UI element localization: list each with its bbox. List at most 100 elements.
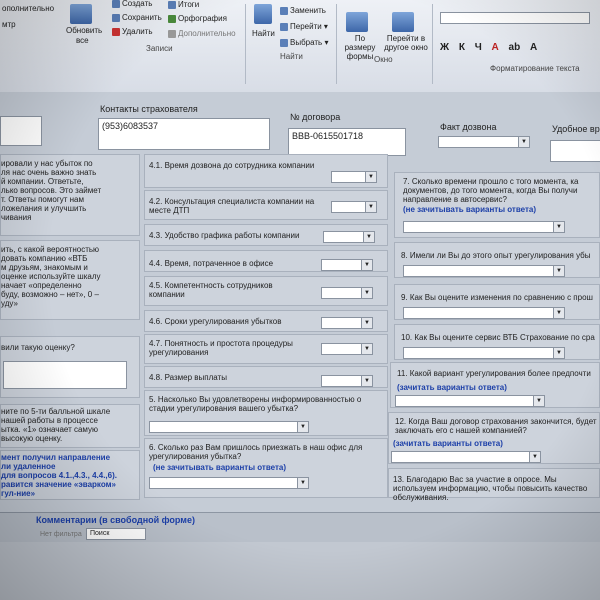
chevron-down-icon[interactable]: ▼ <box>553 308 564 318</box>
chevron-down-icon[interactable]: ▼ <box>297 478 308 488</box>
q6-select[interactable]: ▼ <box>149 477 309 489</box>
find-button[interactable]: Найти <box>252 29 275 38</box>
q8-panel: 8. Имели ли Вы до этого опыт урегулирова… <box>394 242 600 278</box>
window-group-label: Окно <box>374 55 393 64</box>
chevron-down-icon[interactable]: ▼ <box>297 422 308 432</box>
q7-panel: 7. Сколько времени прошло с того момента… <box>394 172 600 238</box>
recommend-question: ить, с какой вероятностью довать компани… <box>1 245 101 308</box>
q41-text: 4.1. Время дозвона до сотрудника компани… <box>149 161 315 170</box>
q43-select[interactable]: ▼ <box>323 231 375 243</box>
q41-select[interactable]: ▼ <box>331 171 377 183</box>
chevron-down-icon[interactable]: ▼ <box>553 348 564 358</box>
footer-bar: Комментарии (в свободной форме) Нет филь… <box>0 512 600 543</box>
q13-panel: 13. Благодарю Вас за участие в опросе. М… <box>388 468 600 502</box>
highlight-button[interactable]: ab <box>509 42 521 53</box>
chevron-down-icon[interactable]: ▼ <box>553 266 564 276</box>
fill-color-button[interactable]: A <box>530 42 537 53</box>
q12-select[interactable]: ▼ <box>391 451 541 463</box>
q43-panel: 4.3. Удобство графика работы компании ▼ <box>144 224 388 246</box>
convenient-time-field[interactable] <box>550 140 600 162</box>
q10-text: 10. Как Вы оцените сервис ВТБ Страховани… <box>401 333 595 342</box>
replace-icon <box>280 6 288 15</box>
chevron-down-icon[interactable]: ▼ <box>363 232 374 242</box>
spelling-button[interactable]: Орфография <box>168 14 227 23</box>
separator <box>336 4 337 84</box>
chevron-down-icon[interactable]: ▼ <box>553 222 564 232</box>
filter-status[interactable]: Нет фильтра <box>40 531 82 538</box>
search-input[interactable]: Поиск <box>86 528 146 540</box>
menu-filter[interactable]: мтр <box>2 20 16 29</box>
save-button[interactable]: Сохранить <box>112 13 162 22</box>
q11-panel: 11. Какой вариант урегулирования более п… <box>390 362 600 408</box>
q7-select[interactable]: ▼ <box>403 221 565 233</box>
q6-text: 6. Сколько раз Вам пришлось приезжать в … <box>149 443 363 461</box>
rating-intro-text: ните по 5-ти балльной шкале нашей работы… <box>1 407 111 443</box>
q42-select[interactable]: ▼ <box>331 201 377 213</box>
rating-intro-panel: ните по 5-ти балльной шкале нашей работы… <box>0 404 140 448</box>
chevron-down-icon[interactable]: ▼ <box>361 376 372 386</box>
q8-text: 8. Имели ли Вы до этого опыт урегулирова… <box>401 251 591 260</box>
q9-text: 9. Как Вы оцените изменения по сравнению… <box>401 293 593 302</box>
bold-button[interactable]: Ж <box>440 42 449 53</box>
q13-text: 13. Благодарю Вас за участие в опросе. М… <box>393 475 588 502</box>
q12-text: 12. Когда Ваш договор страхования законч… <box>395 417 597 435</box>
chevron-down-icon[interactable]: ▼ <box>529 452 540 462</box>
fact-select[interactable]: ▼ <box>438 136 530 148</box>
delete-button[interactable]: Удалить <box>112 27 153 36</box>
chevron-down-icon[interactable]: ▼ <box>365 202 376 212</box>
format-buttons: Ж К Ч А ab A <box>440 42 590 54</box>
q10-select[interactable]: ▼ <box>403 347 565 359</box>
q9-select[interactable]: ▼ <box>403 307 565 319</box>
contract-field[interactable]: ВВВ-0615501718 <box>288 128 406 156</box>
name-field[interactable] <box>0 116 42 146</box>
text-format-group-label: Форматирование текста <box>490 64 580 73</box>
q45-select[interactable]: ▼ <box>321 287 373 299</box>
switch-window-button[interactable]: Перейти в другое окно <box>382 34 430 52</box>
chevron-down-icon[interactable]: ▼ <box>361 318 372 328</box>
q44-select[interactable]: ▼ <box>321 259 373 271</box>
select-button[interactable]: Выбрать ▾ <box>280 38 328 47</box>
goto-button[interactable]: Перейти ▾ <box>280 22 328 31</box>
q7-text: 7. Сколько времени прошло с того момента… <box>403 177 579 204</box>
menu-additional[interactable]: ополнительно <box>2 4 54 13</box>
q42-text: 4.2. Консультация специалиста компании н… <box>149 197 315 215</box>
refresh-icon[interactable] <box>70 4 92 24</box>
chevron-down-icon[interactable]: ▼ <box>365 172 376 182</box>
q48-panel: 4.8. Размер выплаты ▼ <box>144 366 388 388</box>
chevron-down-icon[interactable]: ▼ <box>518 137 529 147</box>
q47-select[interactable]: ▼ <box>321 343 373 355</box>
q11-note: (зачитать варианты ответа) <box>397 383 507 392</box>
phone-field[interactable]: (953)6083537 <box>98 118 270 150</box>
note-text: мент получил направление ли удаленное дл… <box>1 453 117 498</box>
q8-select[interactable]: ▼ <box>403 265 565 277</box>
convenient-time-label: Удобное вр <box>552 124 600 134</box>
replace-button[interactable]: Заменить <box>280 6 326 15</box>
q9-panel: 9. Как Вы оцените изменения по сравнению… <box>394 284 600 320</box>
underline-button[interactable]: Ч <box>475 42 482 53</box>
q46-select[interactable]: ▼ <box>321 317 373 329</box>
survey-form: Контакты страхователя (953)6083537 № дог… <box>0 92 600 512</box>
switch-window-icon[interactable] <box>392 12 414 32</box>
chevron-down-icon[interactable]: ▼ <box>533 396 544 406</box>
q12-note: (зачитать варианты ответа) <box>393 439 503 448</box>
italic-button[interactable]: К <box>459 42 465 53</box>
q48-select[interactable]: ▼ <box>321 375 373 387</box>
more-button[interactable]: Дополнительно <box>168 29 236 38</box>
font-select[interactable] <box>440 12 590 24</box>
contacts-label: Контакты страхователя <box>100 104 198 114</box>
q48-text: 4.8. Размер выплаты <box>149 373 227 382</box>
q11-select[interactable]: ▼ <box>395 395 545 407</box>
totals-button[interactable]: Итоги <box>168 0 199 9</box>
create-button[interactable]: Создать <box>112 0 152 8</box>
refresh-button[interactable]: Обновить <box>66 26 102 35</box>
reason-field[interactable] <box>3 361 127 389</box>
binoculars-icon[interactable] <box>254 4 272 24</box>
q45-text: 4.5. Компетентность сотрудников компании <box>149 281 273 299</box>
chevron-down-icon[interactable]: ▼ <box>361 288 372 298</box>
form-size-icon[interactable] <box>346 12 368 32</box>
chevron-down-icon[interactable]: ▼ <box>361 260 372 270</box>
chevron-down-icon[interactable]: ▼ <box>361 344 372 354</box>
font-color-button[interactable]: А <box>492 42 499 53</box>
separator <box>432 4 433 84</box>
q5-select[interactable]: ▼ <box>149 421 309 433</box>
